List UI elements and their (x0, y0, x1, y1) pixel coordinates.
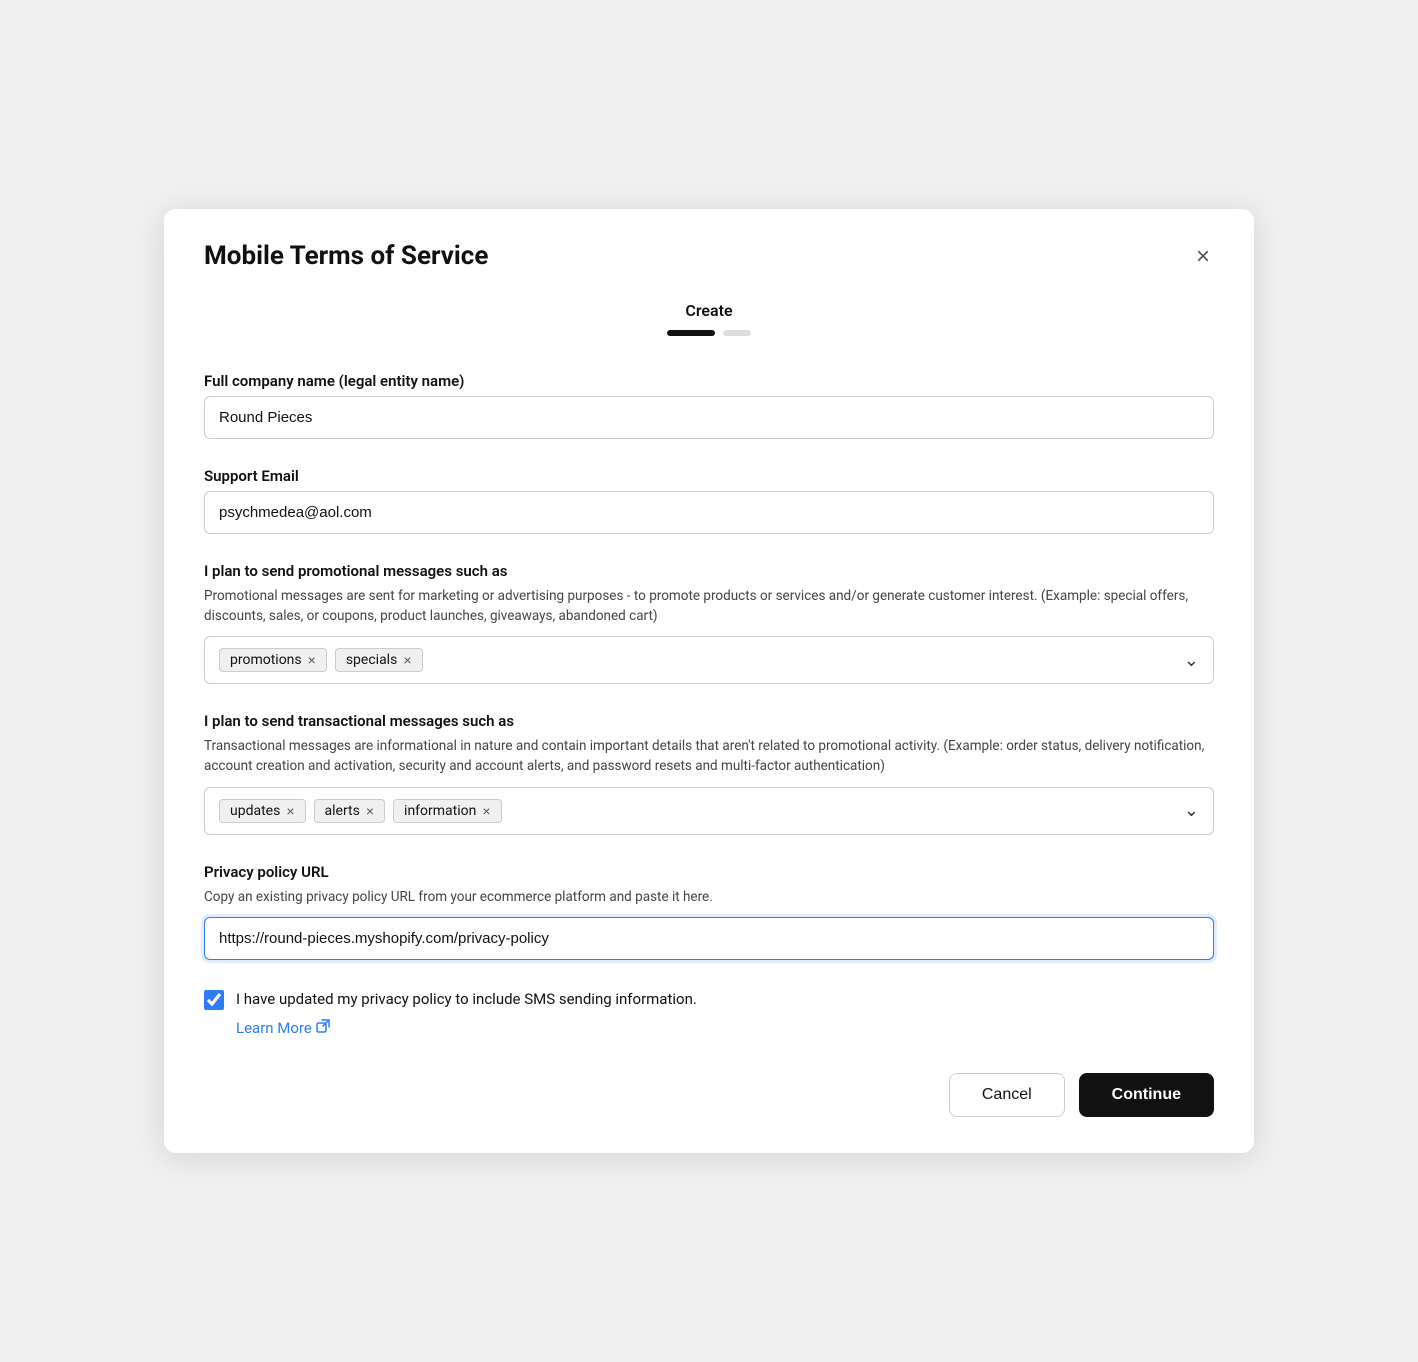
promotional-chevron-icon: ⌄ (1184, 650, 1199, 671)
promotional-section: I plan to send promotional messages such… (204, 562, 1214, 685)
footer-buttons: Cancel Continue (204, 1073, 1214, 1117)
remove-alerts-tag[interactable]: × (366, 804, 374, 818)
checkbox-label: I have updated my privacy policy to incl… (236, 988, 697, 1011)
checkbox-row: I have updated my privacy policy to incl… (204, 988, 1214, 1011)
stepper-dot-2 (723, 330, 751, 336)
promotional-tag-promotions: promotions × (219, 648, 327, 672)
transactional-tag-updates: updates × (219, 799, 306, 823)
continue-button[interactable]: Continue (1079, 1073, 1214, 1117)
transactional-description: Transactional messages are informational… (204, 736, 1214, 777)
privacy-policy-label: Privacy policy URL (204, 863, 1214, 881)
stepper: Create (204, 301, 1214, 336)
promotional-tag-select[interactable]: promotions × specials × ⌄ (204, 636, 1214, 684)
promotional-description: Promotional messages are sent for market… (204, 586, 1214, 627)
stepper-dot-1 (667, 330, 715, 336)
promotional-label: I plan to send promotional messages such… (204, 562, 1214, 580)
promotional-tag-specials: specials × (335, 648, 423, 672)
support-email-section: Support Email (204, 467, 1214, 534)
remove-specials-tag[interactable]: × (403, 653, 411, 667)
modal-header: Mobile Terms of Service × (204, 241, 1214, 273)
remove-updates-tag[interactable]: × (286, 804, 294, 818)
transactional-tag-select[interactable]: updates × alerts × information × ⌄ (204, 787, 1214, 835)
modal-title: Mobile Terms of Service (204, 241, 488, 271)
stepper-label: Create (685, 301, 732, 320)
privacy-policy-input[interactable] (204, 917, 1214, 960)
company-name-section: Full company name (legal entity name) (204, 372, 1214, 439)
cancel-button[interactable]: Cancel (949, 1073, 1065, 1117)
external-link-icon (316, 1019, 330, 1037)
transactional-chevron-icon: ⌄ (1184, 800, 1199, 821)
learn-more-text: Learn More (236, 1019, 312, 1037)
privacy-policy-description: Copy an existing privacy policy URL from… (204, 887, 1214, 907)
transactional-tag-alerts: alerts × (314, 799, 386, 823)
remove-information-tag[interactable]: × (482, 804, 490, 818)
modal-container: Mobile Terms of Service × Create Full co… (164, 209, 1254, 1154)
privacy-policy-checkbox[interactable] (204, 990, 224, 1010)
close-button[interactable]: × (1192, 241, 1214, 273)
support-email-input[interactable] (204, 491, 1214, 534)
transactional-label: I plan to send transactional messages su… (204, 712, 1214, 730)
transactional-section: I plan to send transactional messages su… (204, 712, 1214, 835)
stepper-dots (667, 330, 751, 336)
privacy-policy-section: Privacy policy URL Copy an existing priv… (204, 863, 1214, 960)
remove-promotions-tag[interactable]: × (308, 653, 316, 667)
company-name-label: Full company name (legal entity name) (204, 372, 1214, 390)
company-name-input[interactable] (204, 396, 1214, 439)
support-email-label: Support Email (204, 467, 1214, 485)
learn-more-link[interactable]: Learn More (236, 1019, 330, 1037)
transactional-tag-information: information × (393, 799, 502, 823)
checkbox-section: I have updated my privacy policy to incl… (204, 988, 1214, 1038)
